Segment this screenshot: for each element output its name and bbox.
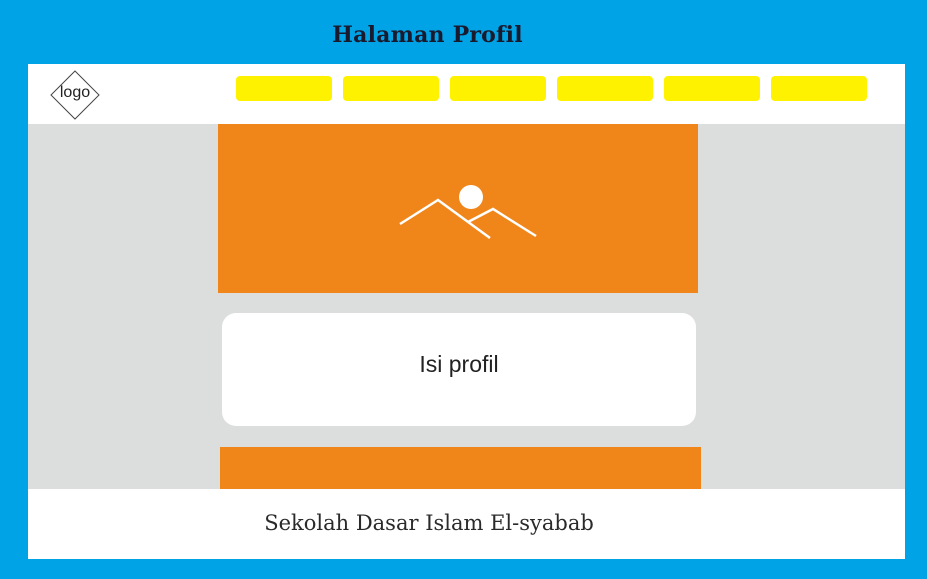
profile-content-text: Isi profil bbox=[419, 351, 499, 377]
nav-menu-item-1[interactable] bbox=[236, 76, 332, 101]
footer: Sekolah Dasar Islam El-syabab bbox=[28, 489, 905, 559]
wireframe-frame: Halaman Profil logo Isi profil Sekolah D… bbox=[0, 0, 927, 579]
page-canvas: logo Isi profil Sekolah Dasar Islam El-s… bbox=[28, 64, 905, 559]
nav-menu-item-4[interactable] bbox=[557, 76, 653, 101]
nav-menu-item-2[interactable] bbox=[343, 76, 439, 101]
navbar: logo bbox=[28, 64, 905, 124]
logo-label: logo bbox=[59, 84, 91, 101]
profile-content-card: Isi profil bbox=[222, 313, 696, 426]
nav-menu-item-6[interactable] bbox=[771, 76, 867, 101]
logo[interactable]: logo bbox=[48, 68, 102, 122]
image-placeholder-icon bbox=[399, 185, 537, 240]
nav-menu-item-3[interactable] bbox=[450, 76, 546, 101]
footer-text: Sekolah Dasar Islam El-syabab bbox=[264, 511, 594, 535]
hero-image-placeholder bbox=[218, 124, 698, 293]
nav-menu-item-5[interactable] bbox=[664, 76, 760, 101]
page-title: Halaman Profil bbox=[332, 22, 523, 48]
